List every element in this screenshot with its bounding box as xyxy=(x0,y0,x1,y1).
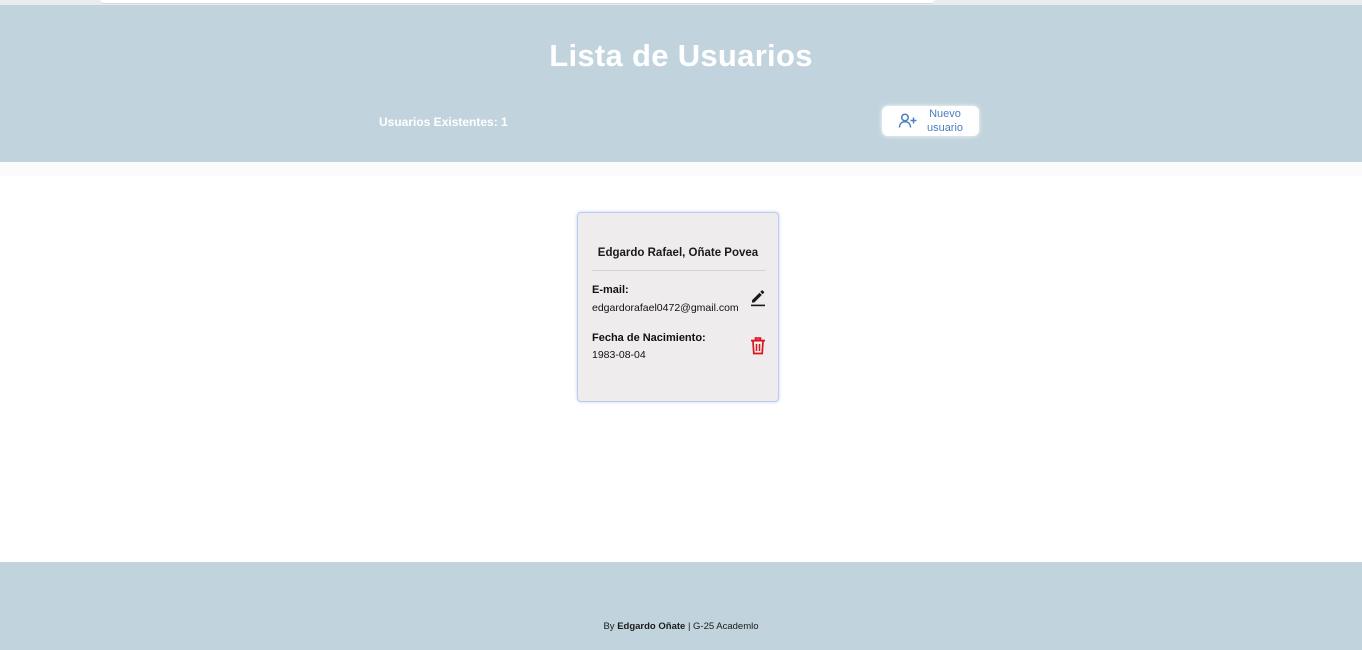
footer-suffix: | G-25 Academlo xyxy=(687,621,759,632)
user-full-name: Edgardo Rafael, Oñate Povea xyxy=(597,247,759,259)
pencil-icon xyxy=(751,290,765,307)
new-user-button[interactable]: Nuevo usuario xyxy=(882,106,979,136)
email-value: edgardorafael0472@gmail.com xyxy=(592,302,739,314)
header-separator xyxy=(0,162,1362,176)
user-card: Edgardo Rafael, Oñate Povea E-mail: edga… xyxy=(577,212,779,402)
user-count-label: Usuarios Existentes: 1 xyxy=(379,115,508,129)
edit-user-button[interactable] xyxy=(748,287,768,307)
footer-prefix: By xyxy=(603,621,615,632)
birth-date-label: Fecha de Nacimiento: xyxy=(592,332,706,344)
app-footer: By Edgardo Oñate | G-25 Academlo xyxy=(0,562,1362,650)
footer-credit: By Edgardo Oñate | G-25 Academlo xyxy=(0,621,1362,632)
card-divider xyxy=(592,270,766,271)
footer-author: Edgardo Oñate xyxy=(617,621,686,632)
birth-date-value: 1983-08-04 xyxy=(592,349,646,361)
new-user-label-line2: usuario xyxy=(926,122,964,134)
page-title: Lista de Usuarios xyxy=(549,38,813,73)
email-label: E-mail: xyxy=(592,284,629,296)
new-user-label-line1: Nuevo xyxy=(929,108,961,120)
delete-user-button[interactable] xyxy=(748,336,768,356)
app-header: Lista de Usuarios Usuarios Existentes: 1… xyxy=(0,5,1362,162)
user-plus-icon xyxy=(898,111,918,131)
new-user-button-label: Nuevo usuario xyxy=(925,107,965,135)
trash-icon xyxy=(751,337,765,355)
browser-url-bar-edge xyxy=(100,0,935,4)
